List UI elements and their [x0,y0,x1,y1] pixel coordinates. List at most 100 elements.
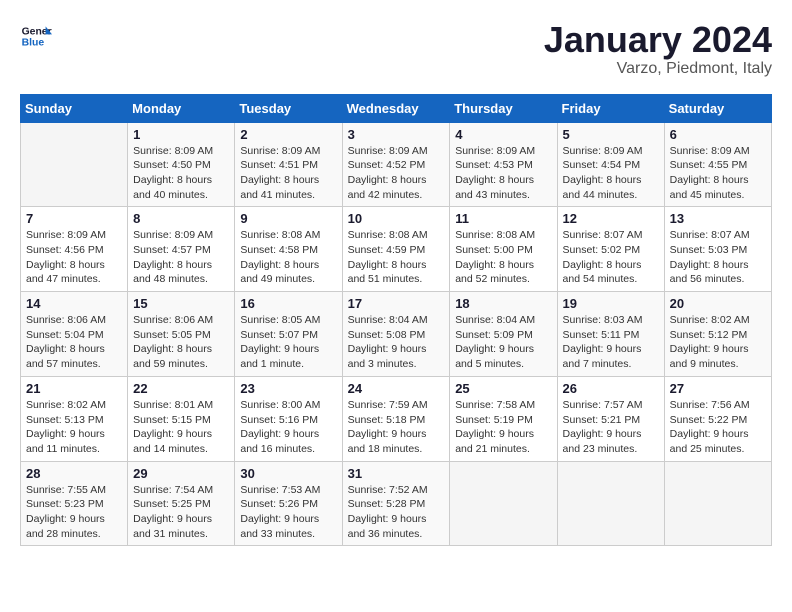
day-header-tuesday: Tuesday [235,94,342,122]
day-info: Sunrise: 8:06 AMSunset: 5:04 PMDaylight:… [26,313,122,372]
calendar-cell: 23 Sunrise: 8:00 AMSunset: 5:16 PMDayligh… [235,376,342,461]
day-number: 4 [455,127,551,142]
day-info: Sunrise: 8:02 AMSunset: 5:13 PMDaylight:… [26,398,122,457]
day-number: 15 [133,296,229,311]
day-info: Sunrise: 7:55 AMSunset: 5:23 PMDaylight:… [26,483,122,542]
day-info: Sunrise: 8:09 AMSunset: 4:57 PMDaylight:… [133,228,229,287]
day-info: Sunrise: 7:56 AMSunset: 5:22 PMDaylight:… [670,398,766,457]
day-header-monday: Monday [128,94,235,122]
calendar-cell [21,122,128,207]
week-row-5: 28 Sunrise: 7:55 AMSunset: 5:23 PMDayligh… [21,461,772,546]
calendar-cell: 10 Sunrise: 8:08 AMSunset: 4:59 PMDayligh… [342,207,450,292]
calendar-cell: 20Sunrise: 8:02 AMSunset: 5:12 PMDayligh… [664,292,771,377]
day-number: 28 [26,466,122,481]
day-info: Sunrise: 8:08 AMSunset: 5:00 PMDaylight:… [455,228,551,287]
day-number: 24 [348,381,445,396]
day-header-wednesday: Wednesday [342,94,450,122]
calendar-cell: 17Sunrise: 8:04 AMSunset: 5:08 PMDayligh… [342,292,450,377]
calendar-cell: 29Sunrise: 7:54 AMSunset: 5:25 PMDayligh… [128,461,235,546]
day-info: Sunrise: 8:04 AMSunset: 5:09 PMDaylight:… [455,313,551,372]
calendar-cell: 14 Sunrise: 8:06 AMSunset: 5:04 PMDayligh… [21,292,128,377]
day-info: Sunrise: 8:05 AMSunset: 5:07 PMDaylight:… [240,313,336,372]
calendar-cell: 28 Sunrise: 7:55 AMSunset: 5:23 PMDayligh… [21,461,128,546]
calendar-cell: 15 Sunrise: 8:06 AMSunset: 5:05 PMDayligh… [128,292,235,377]
page-header: General Blue January 2024 Varzo, Piedmon… [20,20,772,78]
day-info: Sunrise: 7:57 AMSunset: 5:21 PMDaylight:… [563,398,659,457]
day-number: 27 [670,381,766,396]
logo: General Blue [20,20,52,52]
calendar-cell: 7Sunrise: 8:09 AMSunset: 4:56 PMDaylight… [21,207,128,292]
calendar-cell: 9 Sunrise: 8:08 AMSunset: 4:58 PMDaylight… [235,207,342,292]
svg-text:Blue: Blue [22,38,45,49]
week-row-4: 21Sunrise: 8:02 AMSunset: 5:13 PMDayligh… [21,376,772,461]
day-number: 5 [563,127,659,142]
day-info: Sunrise: 8:03 AMSunset: 5:11 PMDaylight:… [563,313,659,372]
calendar-cell: 19Sunrise: 8:03 AMSunset: 5:11 PMDayligh… [557,292,664,377]
month-title: January 2024 [544,20,772,60]
calendar-cell: 25Sunrise: 7:58 AMSunset: 5:19 PMDayligh… [450,376,557,461]
day-number: 30 [240,466,336,481]
calendar-cell: 5 Sunrise: 8:09 AMSunset: 4:54 PMDaylight… [557,122,664,207]
day-info: Sunrise: 8:08 AMSunset: 4:58 PMDaylight:… [240,228,336,287]
day-header-sunday: Sunday [21,94,128,122]
calendar-cell: 3 Sunrise: 8:09 AMSunset: 4:52 PMDaylight… [342,122,450,207]
day-number: 20 [670,296,766,311]
calendar-cell: 24 Sunrise: 7:59 AMSunset: 5:18 PMDayligh… [342,376,450,461]
day-number: 23 [240,381,336,396]
day-number: 13 [670,211,766,226]
day-info: Sunrise: 8:04 AMSunset: 5:08 PMDaylight:… [348,313,445,372]
day-header-saturday: Saturday [664,94,771,122]
calendar-cell: 16 Sunrise: 8:05 AMSunset: 5:07 PMDayligh… [235,292,342,377]
day-info: Sunrise: 7:59 AMSunset: 5:18 PMDaylight:… [348,398,445,457]
day-info: Sunrise: 8:09 AMSunset: 4:51 PMDaylight:… [240,144,336,203]
day-info: Sunrise: 8:07 AMSunset: 5:03 PMDaylight:… [670,228,766,287]
calendar-cell: 13 Sunrise: 8:07 AMSunset: 5:03 PMDayligh… [664,207,771,292]
week-row-1: 1 Sunrise: 8:09 AMSunset: 4:50 PMDaylight… [21,122,772,207]
day-number: 1 [133,127,229,142]
day-info: Sunrise: 8:06 AMSunset: 5:05 PMDaylight:… [133,313,229,372]
day-number: 14 [26,296,122,311]
calendar-cell: 2 Sunrise: 8:09 AMSunset: 4:51 PMDaylight… [235,122,342,207]
day-info: Sunrise: 8:09 AMSunset: 4:52 PMDaylight:… [348,144,445,203]
day-info: Sunrise: 8:09 AMSunset: 4:53 PMDaylight:… [455,144,551,203]
day-number: 25 [455,381,551,396]
week-row-3: 14 Sunrise: 8:06 AMSunset: 5:04 PMDayligh… [21,292,772,377]
day-number: 6 [670,127,766,142]
day-info: Sunrise: 7:53 AMSunset: 5:26 PMDaylight:… [240,483,336,542]
day-number: 7 [26,211,122,226]
day-number: 9 [240,211,336,226]
calendar-cell [450,461,557,546]
day-header-thursday: Thursday [450,94,557,122]
day-info: Sunrise: 8:08 AMSunset: 4:59 PMDaylight:… [348,228,445,287]
day-info: Sunrise: 8:09 AMSunset: 4:50 PMDaylight:… [133,144,229,203]
day-number: 31 [348,466,445,481]
calendar-cell: 26 Sunrise: 7:57 AMSunset: 5:21 PMDayligh… [557,376,664,461]
day-info: Sunrise: 8:07 AMSunset: 5:02 PMDaylight:… [563,228,659,287]
day-info: Sunrise: 8:01 AMSunset: 5:15 PMDaylight:… [133,398,229,457]
day-number: 3 [348,127,445,142]
day-number: 12 [563,211,659,226]
day-number: 16 [240,296,336,311]
calendar-cell: 8Sunrise: 8:09 AMSunset: 4:57 PMDaylight… [128,207,235,292]
calendar-body: 1 Sunrise: 8:09 AMSunset: 4:50 PMDaylight… [21,122,772,546]
day-number: 10 [348,211,445,226]
calendar-cell: 22Sunrise: 8:01 AMSunset: 5:15 PMDayligh… [128,376,235,461]
calendar-cell: 11Sunrise: 8:08 AMSunset: 5:00 PMDayligh… [450,207,557,292]
day-number: 2 [240,127,336,142]
day-info: Sunrise: 8:00 AMSunset: 5:16 PMDaylight:… [240,398,336,457]
day-info: Sunrise: 8:09 AMSunset: 4:54 PMDaylight:… [563,144,659,203]
calendar-cell [557,461,664,546]
calendar-cell: 1 Sunrise: 8:09 AMSunset: 4:50 PMDaylight… [128,122,235,207]
location-subtitle: Varzo, Piedmont, Italy [544,60,772,78]
day-number: 29 [133,466,229,481]
calendar-cell [664,461,771,546]
logo-icon: General Blue [20,20,52,52]
day-number: 26 [563,381,659,396]
calendar-cell: 31 Sunrise: 7:52 AMSunset: 5:28 PMDayligh… [342,461,450,546]
day-info: Sunrise: 7:52 AMSunset: 5:28 PMDaylight:… [348,483,445,542]
calendar-cell: 27 Sunrise: 7:56 AMSunset: 5:22 PMDayligh… [664,376,771,461]
calendar-header: SundayMondayTuesdayWednesdayThursdayFrid… [21,94,772,122]
week-row-2: 7Sunrise: 8:09 AMSunset: 4:56 PMDaylight… [21,207,772,292]
day-number: 18 [455,296,551,311]
title-block: January 2024 Varzo, Piedmont, Italy [544,20,772,78]
